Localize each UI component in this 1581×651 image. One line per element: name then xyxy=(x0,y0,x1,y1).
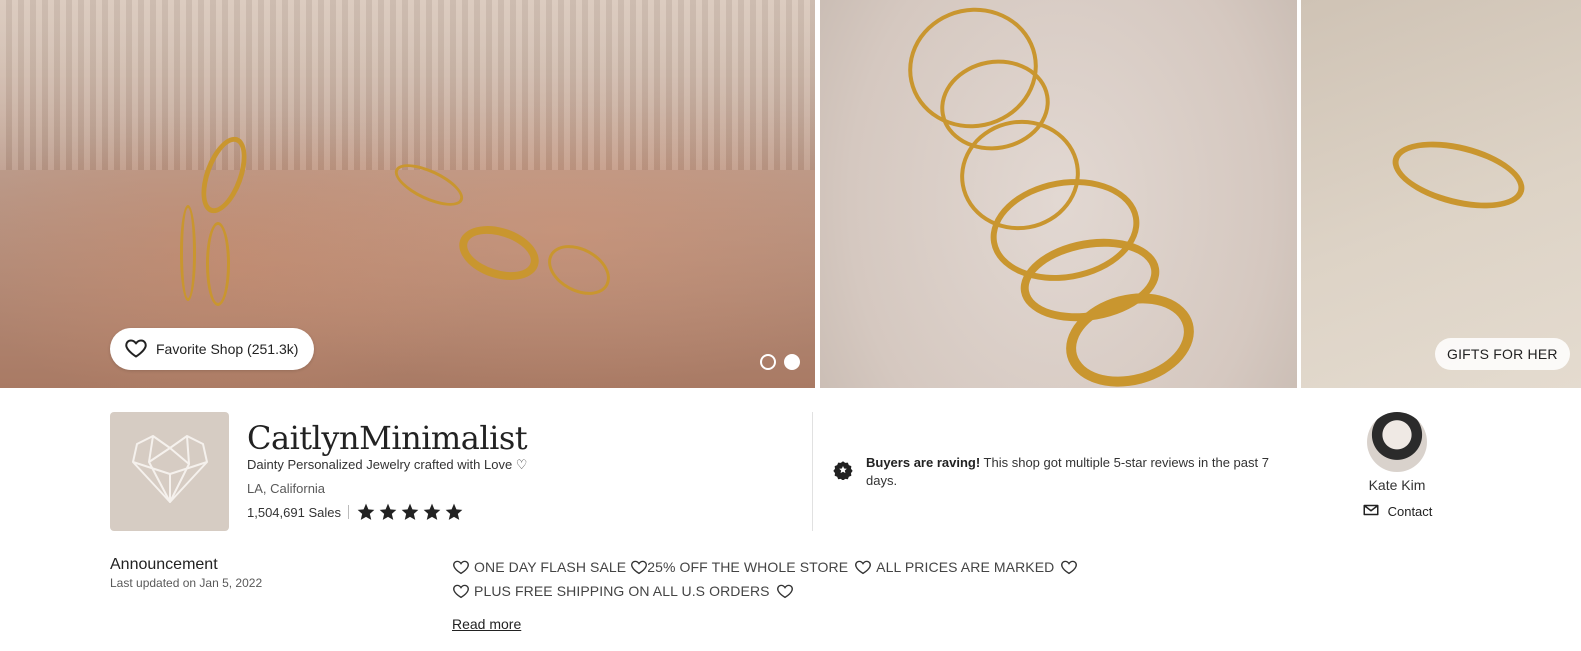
read-more-link[interactable]: Read more xyxy=(452,616,521,632)
banner-image-single-ring xyxy=(1301,0,1581,388)
shop-name: CaitlynMinimalist xyxy=(247,419,528,457)
contact-label: Contact xyxy=(1387,504,1433,519)
heart-outline-icon xyxy=(776,582,794,600)
heart-outline-icon xyxy=(630,558,648,576)
star-icon xyxy=(379,503,397,520)
heart-outline-icon xyxy=(124,336,148,363)
owner-name[interactable]: Kate Kim xyxy=(1355,477,1439,493)
announcement-text: ONE DAY FLASH SALE xyxy=(474,559,627,575)
gifts-for-her-label: GIFTS FOR HER xyxy=(1447,346,1558,362)
banner-image-stacked-rings xyxy=(820,0,1297,388)
heart-outline-icon xyxy=(854,558,872,576)
buyers-raving-highlight: Buyers are raving! This shop got multipl… xyxy=(833,454,1303,490)
shop-tagline: Dainty Personalized Jewelry crafted with… xyxy=(247,457,528,472)
star-icon xyxy=(445,503,463,520)
mail-icon xyxy=(1362,501,1380,522)
shop-owner: Kate Kim Contact xyxy=(1355,412,1439,522)
contact-button[interactable]: Contact xyxy=(1355,501,1439,522)
carousel-dot-2[interactable] xyxy=(784,354,800,370)
shop-logo[interactable] xyxy=(110,412,229,531)
announcement-text: PLUS FREE SHIPPING ON ALL U.S ORDERS xyxy=(474,583,770,599)
shop-banner: Favorite Shop (251.3k) GIFTS FOR HER xyxy=(0,0,1581,388)
announcement-text: 25% OFF THE WHOLE STORE xyxy=(647,559,849,575)
carousel-dot-1[interactable] xyxy=(760,354,776,370)
favorite-shop-button[interactable]: Favorite Shop (251.3k) xyxy=(110,328,315,370)
star-icon xyxy=(357,503,375,520)
rating-stars[interactable] xyxy=(356,502,464,522)
heart-outline-icon xyxy=(452,582,470,600)
favorite-shop-label: Favorite Shop (251.3k) xyxy=(156,341,299,357)
separator xyxy=(347,505,349,519)
heart-outline-icon xyxy=(452,558,470,576)
announcement-text: ALL PRICES ARE MARKED xyxy=(876,559,1055,575)
star-icon xyxy=(401,503,419,520)
carousel-pagination xyxy=(760,354,800,370)
shop-location: LA, California xyxy=(247,481,326,496)
gifts-for-her-button[interactable]: GIFTS FOR HER xyxy=(1435,338,1570,370)
announcement-line-2: PLUS FREE SHIPPING ON ALL U.S ORDERS xyxy=(452,582,794,600)
announcement-line-1: ONE DAY FLASH SALE 25% OFF THE WHOLE STO… xyxy=(452,558,1078,576)
heart-geometric-logo-icon xyxy=(127,432,213,511)
star-badge-icon xyxy=(833,460,853,481)
section-divider xyxy=(812,412,813,531)
raving-title: Buyers are raving! xyxy=(866,455,981,470)
announcement-updated: Last updated on Jan 5, 2022 xyxy=(110,576,263,590)
avatar[interactable] xyxy=(1367,412,1427,472)
sales-count[interactable]: 1,504,691 Sales xyxy=(247,505,341,520)
star-icon xyxy=(423,503,441,520)
announcement-title: Announcement xyxy=(110,556,218,573)
heart-outline-icon xyxy=(1060,558,1078,576)
sales-and-rating: 1,504,691 Sales xyxy=(247,502,464,522)
